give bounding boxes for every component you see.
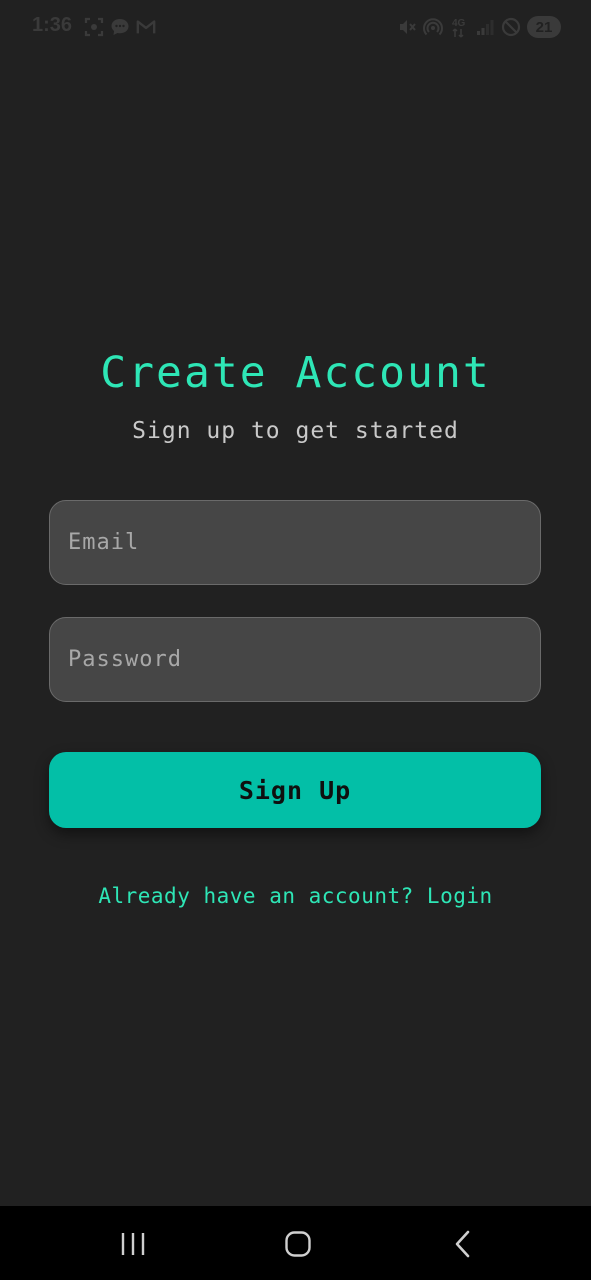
svg-text:4G: 4G (452, 18, 466, 29)
status-bar: 1:36 4G 21 (0, 0, 591, 56)
email-field[interactable] (49, 500, 541, 585)
back-icon (455, 1230, 470, 1258)
hotspot-icon (423, 16, 443, 38)
login-link[interactable]: Already have an account? Login (0, 884, 591, 908)
page-subtitle: Sign up to get started (132, 418, 459, 444)
recents-button[interactable] (113, 1224, 153, 1264)
gmail-icon (136, 16, 156, 38)
do-not-disturb-icon (501, 16, 521, 38)
message-icon (110, 16, 130, 38)
sign-up-button[interactable]: Sign Up (49, 752, 541, 828)
status-left-icons (84, 16, 156, 38)
status-time: 1:36 (32, 14, 73, 36)
mute-icon (397, 16, 417, 38)
page-title: Create Account (100, 348, 491, 398)
password-field[interactable] (49, 617, 541, 702)
home-icon (285, 1231, 311, 1257)
home-button[interactable] (278, 1224, 318, 1264)
network-4g-icon: 4G (449, 16, 469, 38)
signal-icon (475, 16, 495, 38)
navigation-bar (0, 1206, 591, 1280)
battery-indicator: 21 (527, 16, 561, 38)
back-button[interactable] (443, 1224, 483, 1264)
recents-icon (121, 1233, 145, 1255)
status-right-icons: 4G 21 (397, 16, 561, 38)
screenshot-icon (84, 16, 104, 38)
